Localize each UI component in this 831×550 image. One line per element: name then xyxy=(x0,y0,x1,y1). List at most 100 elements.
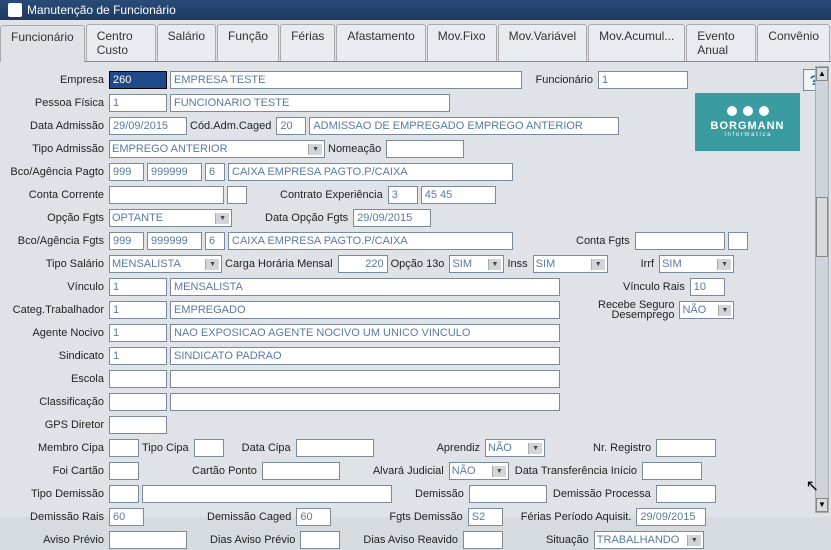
dias-aviso-reavido-input[interactable] xyxy=(463,531,503,549)
tab-funcao[interactable]: Função xyxy=(217,24,279,61)
nomeacao-input[interactable] xyxy=(386,140,464,158)
foi-cartao-input[interactable] xyxy=(109,462,139,480)
vinculo-cod-input[interactable] xyxy=(109,278,167,296)
titlebar: Manutenção de Funcionário xyxy=(0,0,831,20)
categ-trab-cod-input[interactable] xyxy=(109,301,167,319)
aviso-previo-input[interactable] xyxy=(109,531,187,549)
tab-centro-custo[interactable]: Centro Custo xyxy=(86,24,156,61)
contrato-exp-input[interactable] xyxy=(388,186,418,204)
nr-registro-input[interactable] xyxy=(656,439,716,457)
tab-ferias[interactable]: Férias xyxy=(280,24,335,61)
cod-adm-caged-input[interactable] xyxy=(276,117,306,135)
sindicato-desc-input[interactable] xyxy=(170,347,560,365)
data-opcao-fgts-input[interactable] xyxy=(353,209,431,227)
pessoa-fisica-cod-input[interactable] xyxy=(109,94,167,112)
bco-fgts-input[interactable] xyxy=(109,232,144,250)
cod-adm-caged-desc-input[interactable] xyxy=(309,117,619,135)
escola-cod-input[interactable] xyxy=(109,370,167,388)
membro-cipa-input[interactable] xyxy=(109,439,139,457)
agencia-pagto-input[interactable] xyxy=(147,163,202,181)
label-tipo-salario: Tipo Salário xyxy=(6,258,106,270)
window-icon xyxy=(8,3,22,17)
bco-pagto-input[interactable] xyxy=(109,163,144,181)
label-dias-aviso-reavido: Dias Aviso Reavido xyxy=(363,534,460,546)
data-admissao-input[interactable] xyxy=(109,117,187,135)
funcionario-cod-input[interactable] xyxy=(598,71,688,89)
label-data-cipa: Data Cipa xyxy=(242,442,293,454)
recebe-seguro-select[interactable]: NÃO xyxy=(679,301,734,319)
conta-fgts-dig-input[interactable] xyxy=(728,232,748,250)
label-gps-diretor: GPS Diretor xyxy=(6,419,106,431)
scroll-up-icon[interactable]: ▲ xyxy=(816,67,828,81)
tipo-demissao-desc-input[interactable] xyxy=(142,485,392,503)
data-cipa-input[interactable] xyxy=(296,439,374,457)
demissao-caged-input[interactable] xyxy=(296,508,331,526)
scroll-down-icon[interactable]: ▼ xyxy=(816,498,828,512)
dias-aviso-previo-input[interactable] xyxy=(300,531,340,549)
sindicato-cod-input[interactable] xyxy=(109,347,167,365)
aprendiz-select[interactable]: NÃO xyxy=(485,439,545,457)
tab-mov-fixo[interactable]: Mov.Fixo xyxy=(427,24,497,61)
agencia-fgts-input[interactable] xyxy=(147,232,202,250)
alvara-select[interactable]: NÃO xyxy=(449,462,509,480)
label-aviso-previo: Aviso Prévio xyxy=(6,534,106,546)
gps-diretor-input[interactable] xyxy=(109,416,167,434)
inss-select[interactable]: SIM xyxy=(533,255,608,273)
conta-fgts-input[interactable] xyxy=(635,232,725,250)
data-transferencia-input[interactable] xyxy=(642,462,702,480)
label-dias-aviso-previo: Dias Aviso Prévio xyxy=(210,534,297,546)
conta-corrente-dig-input[interactable] xyxy=(227,186,247,204)
label-ferias-periodo: Férias Período Aquisit. xyxy=(521,511,634,523)
escola-desc-input[interactable] xyxy=(170,370,560,388)
brand-name: BORGMANN xyxy=(711,120,785,132)
bco-pagto-dig-input[interactable] xyxy=(205,163,225,181)
cartao-ponto-input[interactable] xyxy=(262,462,340,480)
scroll-thumb[interactable] xyxy=(816,197,828,257)
classificacao-desc-input[interactable] xyxy=(170,393,560,411)
tipo-cipa-input[interactable] xyxy=(194,439,224,457)
label-demissao: Demissão xyxy=(415,488,466,500)
classificacao-cod-input[interactable] xyxy=(109,393,167,411)
ferias-periodo-input[interactable] xyxy=(636,508,706,526)
label-tipo-admissao: Tipo Admissão xyxy=(6,143,106,155)
tipo-salario-select[interactable]: MENSALISTA xyxy=(109,255,222,273)
label-opcao-fgts: Opção Fgts xyxy=(6,212,106,224)
vertical-scrollbar[interactable]: ▲ ▼ xyxy=(815,66,829,513)
conta-corrente-input[interactable] xyxy=(109,186,224,204)
pessoa-fisica-nome-input[interactable] xyxy=(170,94,450,112)
demissao-rais-input[interactable] xyxy=(109,508,144,526)
tab-convenio[interactable]: Convênio xyxy=(757,24,830,61)
agente-nocivo-desc-input[interactable] xyxy=(170,324,560,342)
tipo-demissao-input[interactable] xyxy=(109,485,139,503)
tab-mov-variavel[interactable]: Mov.Variável xyxy=(498,24,588,61)
tab-mov-acumul[interactable]: Mov.Acumul... xyxy=(588,24,685,61)
tab-salario[interactable]: Salário xyxy=(157,24,216,61)
label-cartao-ponto: Cartão Ponto xyxy=(192,465,259,477)
situacao-select[interactable]: TRABALHANDO xyxy=(594,531,704,549)
fgts-demissao-input[interactable] xyxy=(468,508,503,526)
tab-afastamento[interactable]: Afastamento xyxy=(336,24,425,61)
bco-fgts-desc-input[interactable] xyxy=(228,232,513,250)
label-pessoa-fisica: Pessoa Física xyxy=(6,97,106,109)
demissao-processa-input[interactable] xyxy=(656,485,716,503)
empresa-nome-input[interactable] xyxy=(170,71,522,89)
tab-funcionario[interactable]: Funcionário xyxy=(0,25,85,62)
bco-fgts-dig-input[interactable] xyxy=(205,232,225,250)
contrato-exp-desc-input[interactable] xyxy=(421,186,496,204)
opcao-fgts-select[interactable]: OPTANTE xyxy=(109,209,232,227)
demissao-input[interactable] xyxy=(469,485,547,503)
label-categ-trabalhador: Categ.Trabalhador xyxy=(6,304,106,316)
agente-nocivo-cod-input[interactable] xyxy=(109,324,167,342)
tabs: Funcionário Centro Custo Salário Função … xyxy=(0,20,831,62)
vinculo-rais-input[interactable] xyxy=(690,278,725,296)
carga-horaria-input[interactable] xyxy=(338,255,388,273)
irrf-select[interactable]: SIM xyxy=(659,255,734,273)
vinculo-desc-input[interactable] xyxy=(170,278,560,296)
label-fgts-demissao: Fgts Demissão xyxy=(389,511,464,523)
empresa-cod-input[interactable] xyxy=(109,71,167,89)
bco-pagto-desc-input[interactable] xyxy=(228,163,513,181)
tipo-admissao-select[interactable]: EMPREGO ANTERIOR xyxy=(109,140,325,158)
opcao-13o-select[interactable]: SIM xyxy=(449,255,504,273)
tab-evento-anual[interactable]: Evento Anual xyxy=(686,24,756,61)
categ-trab-desc-input[interactable] xyxy=(170,301,560,319)
